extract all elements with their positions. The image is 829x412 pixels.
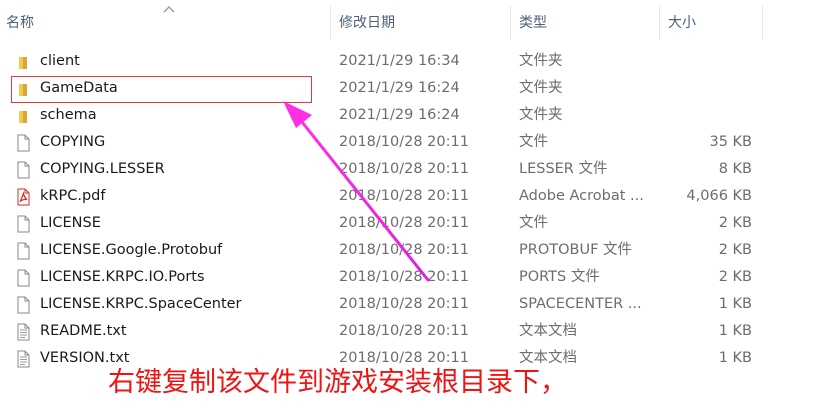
- file-row[interactable]: GameData 2021/1/29 16:24 文件夹: [0, 75, 829, 102]
- column-header: 名称 修改日期 类型 大小: [0, 0, 829, 46]
- file-row[interactable]: LICENSE.KRPC.IO.Ports 2018/10/28 20:11 POR…: [0, 264, 829, 291]
- file-icon: [14, 241, 32, 261]
- file-size: 2 KB: [718, 269, 752, 285]
- file-icon: [14, 295, 32, 315]
- file-modified-date: 2018/10/28 20:11: [339, 134, 469, 150]
- file-name: schema: [40, 107, 97, 123]
- folder-icon: [14, 52, 32, 72]
- file-modified-date: 2021/1/29 16:34: [339, 53, 460, 69]
- file-size: [662, 75, 752, 102]
- file-type: 文本文档: [519, 323, 577, 339]
- folder-icon: [14, 79, 32, 99]
- file-type: PROTOBUF 文件: [519, 242, 633, 258]
- file-size: 1 KB: [718, 296, 752, 312]
- column-header-size[interactable]: 大小: [662, 0, 762, 46]
- file-size: [662, 102, 752, 129]
- file-type: 文件夹: [519, 53, 563, 69]
- file-row[interactable]: COPYING.LESSER 2018/10/28 20:11 LESSER 文件 8…: [0, 156, 829, 183]
- file-size: [662, 48, 752, 75]
- file-modified-date: 2021/1/29 16:24: [339, 80, 460, 96]
- file-type: PORTS 文件: [519, 269, 600, 285]
- file-name: LICENSE.KRPC.SpaceCenter: [40, 296, 242, 312]
- file-row[interactable]: kRPC.pdf 2018/10/28 20:11 Adobe Acrobat ..…: [0, 183, 829, 210]
- file-modified-date: 2018/10/28 20:11: [339, 323, 469, 339]
- column-header-name[interactable]: 名称: [0, 0, 330, 46]
- file-modified-date: 2018/10/28 20:11: [339, 188, 469, 204]
- file-size: 2 KB: [718, 215, 752, 231]
- file-modified-date: 2018/10/28 20:11: [339, 269, 469, 285]
- column-divider[interactable]: [510, 6, 511, 40]
- file-size: 1 KB: [718, 350, 752, 366]
- file-row[interactable]: schema 2021/1/29 16:24 文件夹: [0, 102, 829, 129]
- text-file-icon: [14, 322, 32, 342]
- file-row[interactable]: README.txt 2018/10/28 20:11 文本文档 1 KB: [0, 318, 829, 345]
- file-size: 35 KB: [709, 134, 752, 150]
- file-type: SPACECENTER ...: [519, 296, 642, 312]
- column-divider[interactable]: [659, 6, 660, 40]
- file-size: 8 KB: [718, 161, 752, 177]
- file-name: GameData: [40, 80, 118, 96]
- file-size: 4,066 KB: [686, 188, 752, 204]
- file-row[interactable]: LICENSE 2018/10/28 20:11 文件 2 KB: [0, 210, 829, 237]
- file-name: kRPC.pdf: [40, 188, 106, 204]
- file-name: LICENSE: [40, 215, 101, 231]
- annotation-caption: 右键复制该文件到游戏安装根目录下，: [108, 367, 567, 398]
- file-modified-date: 2018/10/28 20:11: [339, 161, 469, 177]
- file-row[interactable]: LICENSE.Google.Protobuf 2018/10/28 20:11 P…: [0, 237, 829, 264]
- file-size: 1 KB: [718, 323, 752, 339]
- file-modified-date: 2018/10/28 20:11: [339, 215, 469, 231]
- file-modified-date: 2018/10/28 20:11: [339, 296, 469, 312]
- file-type: Adobe Acrobat ...: [519, 188, 644, 204]
- file-type: 文件: [519, 134, 548, 150]
- column-header-date[interactable]: 修改日期: [333, 0, 510, 46]
- file-name: client: [40, 53, 80, 69]
- file-type: 文件夹: [519, 107, 563, 123]
- file-icon: [14, 268, 32, 288]
- text-file-icon: [14, 349, 32, 369]
- file-icon: [14, 133, 32, 153]
- file-name: COPYING.LESSER: [40, 161, 165, 177]
- pdf-icon: [14, 187, 32, 207]
- column-divider[interactable]: [762, 6, 763, 40]
- file-type: LESSER 文件: [519, 161, 608, 177]
- file-row[interactable]: client 2021/1/29 16:34 文件夹: [0, 48, 829, 75]
- file-icon: [14, 214, 32, 234]
- file-type: 文件夹: [519, 80, 563, 96]
- file-row[interactable]: LICENSE.KRPC.SpaceCenter 2018/10/28 20:11…: [0, 291, 829, 318]
- file-name: LICENSE.KRPC.IO.Ports: [40, 269, 205, 285]
- file-modified-date: 2021/1/29 16:24: [339, 107, 460, 123]
- file-name: LICENSE.Google.Protobuf: [40, 242, 223, 258]
- folder-icon: [14, 106, 32, 126]
- file-size: 2 KB: [718, 242, 752, 258]
- file-name: COPYING: [40, 134, 106, 150]
- file-explorer-window: 名称 修改日期 类型 大小 client 2021/1/29 16:34 文件夹 Ga…: [0, 0, 829, 412]
- file-modified-date: 2018/10/28 20:11: [339, 242, 469, 258]
- column-header-type[interactable]: 类型: [513, 0, 659, 46]
- file-type: 文件: [519, 215, 548, 231]
- file-name: README.txt: [40, 323, 127, 339]
- file-row[interactable]: COPYING 2018/10/28 20:11 文件 35 KB: [0, 129, 829, 156]
- file-icon: [14, 160, 32, 180]
- column-divider[interactable]: [330, 6, 331, 40]
